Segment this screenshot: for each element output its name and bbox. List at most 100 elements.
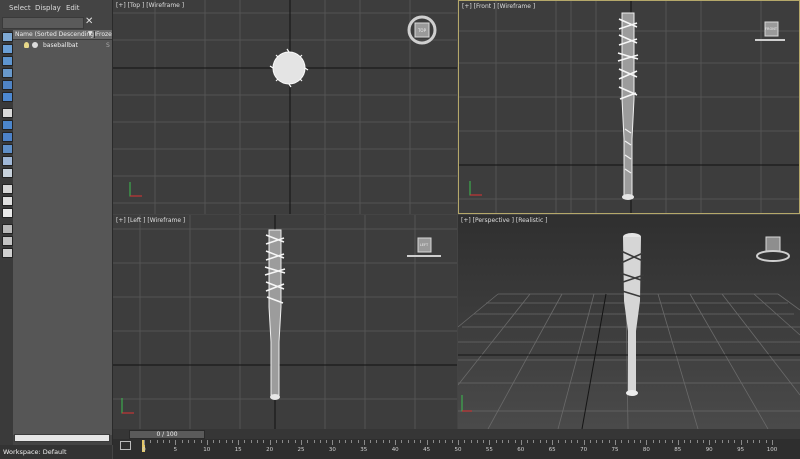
ruler-tick xyxy=(451,440,453,443)
ruler-tick xyxy=(684,440,686,443)
ruler-tick xyxy=(326,440,328,443)
ruler-tick xyxy=(225,440,227,443)
workspace-selector[interactable]: Workspace: Default xyxy=(0,445,112,459)
viewport-top-label[interactable]: [+] [Top ] [Wireframe ] xyxy=(116,2,184,9)
ruler-tick xyxy=(395,440,397,445)
ruler-tick xyxy=(545,440,547,443)
ruler-tick xyxy=(615,440,616,445)
display-bones-icon[interactable] xyxy=(2,132,13,142)
ruler-label: 40 xyxy=(391,447,399,453)
ruler-tick xyxy=(250,440,252,443)
ruler-tick xyxy=(231,440,233,443)
ruler-tick xyxy=(150,440,152,443)
ruler-tick xyxy=(275,440,277,443)
display-shapes-icon[interactable] xyxy=(2,44,13,54)
ruler-label: 0 xyxy=(142,447,146,453)
ruler-tick xyxy=(414,440,416,443)
ruler-tick xyxy=(772,440,773,445)
menu-edit[interactable]: Edit xyxy=(66,4,80,12)
viewport-front-label[interactable]: [+] [Front ] [Wireframe ] xyxy=(462,3,535,10)
display-lights-icon[interactable] xyxy=(2,56,13,66)
ruler-tick xyxy=(288,440,290,443)
column-name-header[interactable]: Name (Sorted Descending) xyxy=(15,31,96,38)
ruler-tick xyxy=(439,440,441,443)
object-visibility-icon[interactable] xyxy=(32,42,38,48)
display-helpers-icon[interactable] xyxy=(2,80,13,90)
ruler-tick xyxy=(740,440,742,445)
ruler-tick xyxy=(156,440,158,443)
display-none-icon[interactable] xyxy=(2,196,13,206)
ruler-tick xyxy=(527,440,529,443)
viewcube-front[interactable]: FRONT xyxy=(753,19,787,45)
display-containers-icon[interactable] xyxy=(2,144,13,154)
baseball-bat-perspective-view xyxy=(619,233,645,396)
time-slider[interactable]: 0 / 100 xyxy=(129,430,205,439)
ruler-tick xyxy=(407,440,409,443)
ruler-tick xyxy=(319,440,321,443)
ruler-label: 45 xyxy=(423,447,431,453)
scrollbar-thumb[interactable] xyxy=(15,435,109,441)
ruler-label: 15 xyxy=(234,447,242,453)
ruler-tick xyxy=(483,440,485,443)
ruler-tick xyxy=(621,440,623,443)
close-icon[interactable]: ✕ xyxy=(85,16,93,27)
ruler-tick xyxy=(175,440,177,445)
display-groups-icon[interactable] xyxy=(2,108,13,118)
frozen-mark: S xyxy=(106,42,110,49)
ruler-tick xyxy=(564,440,566,443)
viewcube-left[interactable]: LEFT xyxy=(405,235,443,261)
ruler-label: 10 xyxy=(203,447,211,453)
find-icon[interactable] xyxy=(2,236,13,246)
ruler-label: 20 xyxy=(266,447,274,453)
viewport-top[interactable]: TOP [+] [Top ] [Wireframe ] xyxy=(113,0,457,214)
display-all-icon[interactable] xyxy=(2,184,13,194)
ruler-tick xyxy=(709,440,711,445)
display-frozen-icon[interactable] xyxy=(2,156,13,166)
ruler-tick xyxy=(702,440,704,443)
menu-select[interactable]: Select xyxy=(9,4,31,12)
ruler-tick xyxy=(696,440,698,443)
viewport-left[interactable]: LEFT [+] [Left ] [Wireframe ] xyxy=(113,215,457,429)
menu-display[interactable]: Display xyxy=(35,4,61,12)
ruler-tick xyxy=(690,440,692,443)
object-name[interactable]: baseballbat xyxy=(43,42,78,49)
viewport-perspective-label[interactable]: [+] [Perspective ] [Realistic ] xyxy=(461,217,548,224)
explorer-search-row: ✕ xyxy=(0,16,112,29)
ruler-label: 90 xyxy=(705,447,713,453)
ruler-tick xyxy=(470,440,472,443)
ruler-tick xyxy=(602,440,604,443)
light-bulb-icon[interactable] xyxy=(24,42,29,48)
ruler-tick xyxy=(577,440,579,443)
viewport-front[interactable]: FRONT [+] [Front ] [Wireframe ] xyxy=(458,0,800,214)
viewcube-top[interactable]: TOP xyxy=(405,13,439,47)
display-cameras-icon[interactable] xyxy=(2,68,13,78)
ruler-tick xyxy=(627,440,629,443)
track-bar[interactable]: 0 5 10 15 20 25 30 35 40 45 50 55 60 65 70 75 80 85 90 95 10… xyxy=(113,439,800,459)
viewport-left-label[interactable]: [+] [Left ] [Wireframe ] xyxy=(116,217,185,224)
ruler-label: 60 xyxy=(517,447,525,453)
display-geometry-icon[interactable] xyxy=(2,32,13,42)
ruler-tick xyxy=(458,440,459,445)
explorer-horizontal-scrollbar[interactable] xyxy=(14,434,110,442)
ruler-tick xyxy=(200,440,202,443)
ruler-label: 25 xyxy=(297,447,305,453)
viewport-perspective[interactable]: [+] [Perspective ] [Realistic ] xyxy=(458,215,800,429)
display-xrefs-icon[interactable] xyxy=(2,120,13,130)
ruler-tick xyxy=(646,440,648,445)
viewcube-perspective[interactable] xyxy=(754,235,792,265)
ruler-tick xyxy=(313,440,315,443)
track-bar-menu-icon[interactable] xyxy=(120,441,131,450)
display-invert-icon[interactable] xyxy=(2,208,13,218)
ruler-tick xyxy=(464,440,466,443)
explorer-search-input[interactable] xyxy=(2,17,84,29)
layer-icon[interactable] xyxy=(2,248,13,258)
ruler-tick xyxy=(206,440,208,445)
display-hidden-icon[interactable] xyxy=(2,168,13,178)
ruler-label: 50 xyxy=(454,447,462,453)
ruler-tick xyxy=(370,440,372,443)
display-spacewarps-icon[interactable] xyxy=(2,92,13,102)
list-item[interactable]: baseballbat S xyxy=(13,41,112,50)
column-frozen-header[interactable]: Froze xyxy=(94,31,112,38)
scene-explorer: Select Display Edit ✕ Name (Sorted Desce… xyxy=(0,0,113,445)
filter-icon[interactable] xyxy=(2,224,13,234)
